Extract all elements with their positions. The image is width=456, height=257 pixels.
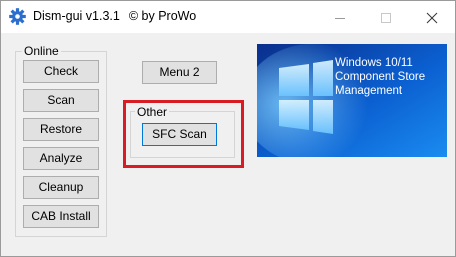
minimize-icon [335, 18, 345, 19]
sfc-scan-button[interactable]: SFC Scan [142, 123, 217, 146]
title-bar[interactable]: Dism-gui v1.3.1 © by ProWo [1, 1, 455, 33]
online-group-label: Online [22, 44, 61, 58]
gear-icon [9, 8, 26, 25]
check-button[interactable]: Check [23, 60, 99, 83]
windows-banner: Windows 10/11 Component Store Management [257, 44, 447, 157]
maximize-icon [381, 13, 391, 23]
cleanup-button[interactable]: Cleanup [23, 176, 99, 199]
cab-install-button[interactable]: CAB Install [23, 205, 99, 228]
other-group-label: Other [135, 105, 170, 119]
window-title-text: Dism-gui v1.3.1 [33, 9, 120, 23]
scan-button[interactable]: Scan [23, 89, 99, 112]
close-icon [426, 12, 438, 24]
close-button[interactable] [409, 1, 455, 33]
minimize-button[interactable] [317, 1, 363, 33]
banner-line-1: Windows 10/11 [335, 57, 413, 69]
banner-text: Windows 10/11 Component Store Management [335, 56, 445, 98]
menu-2-button[interactable]: Menu 2 [142, 61, 217, 84]
banner-line-3: Management [335, 85, 403, 97]
window-author-text: © by ProWo [128, 9, 197, 23]
banner-line-2: Component Store [335, 71, 426, 83]
restore-button[interactable]: Restore [23, 118, 99, 141]
analyze-button[interactable]: Analyze [23, 147, 99, 170]
maximize-button[interactable] [363, 1, 409, 33]
window-title: Dism-gui v1.3.1 © by ProWo [33, 9, 196, 23]
app-window: Dism-gui v1.3.1 © by ProWo Online Check S… [0, 0, 456, 257]
